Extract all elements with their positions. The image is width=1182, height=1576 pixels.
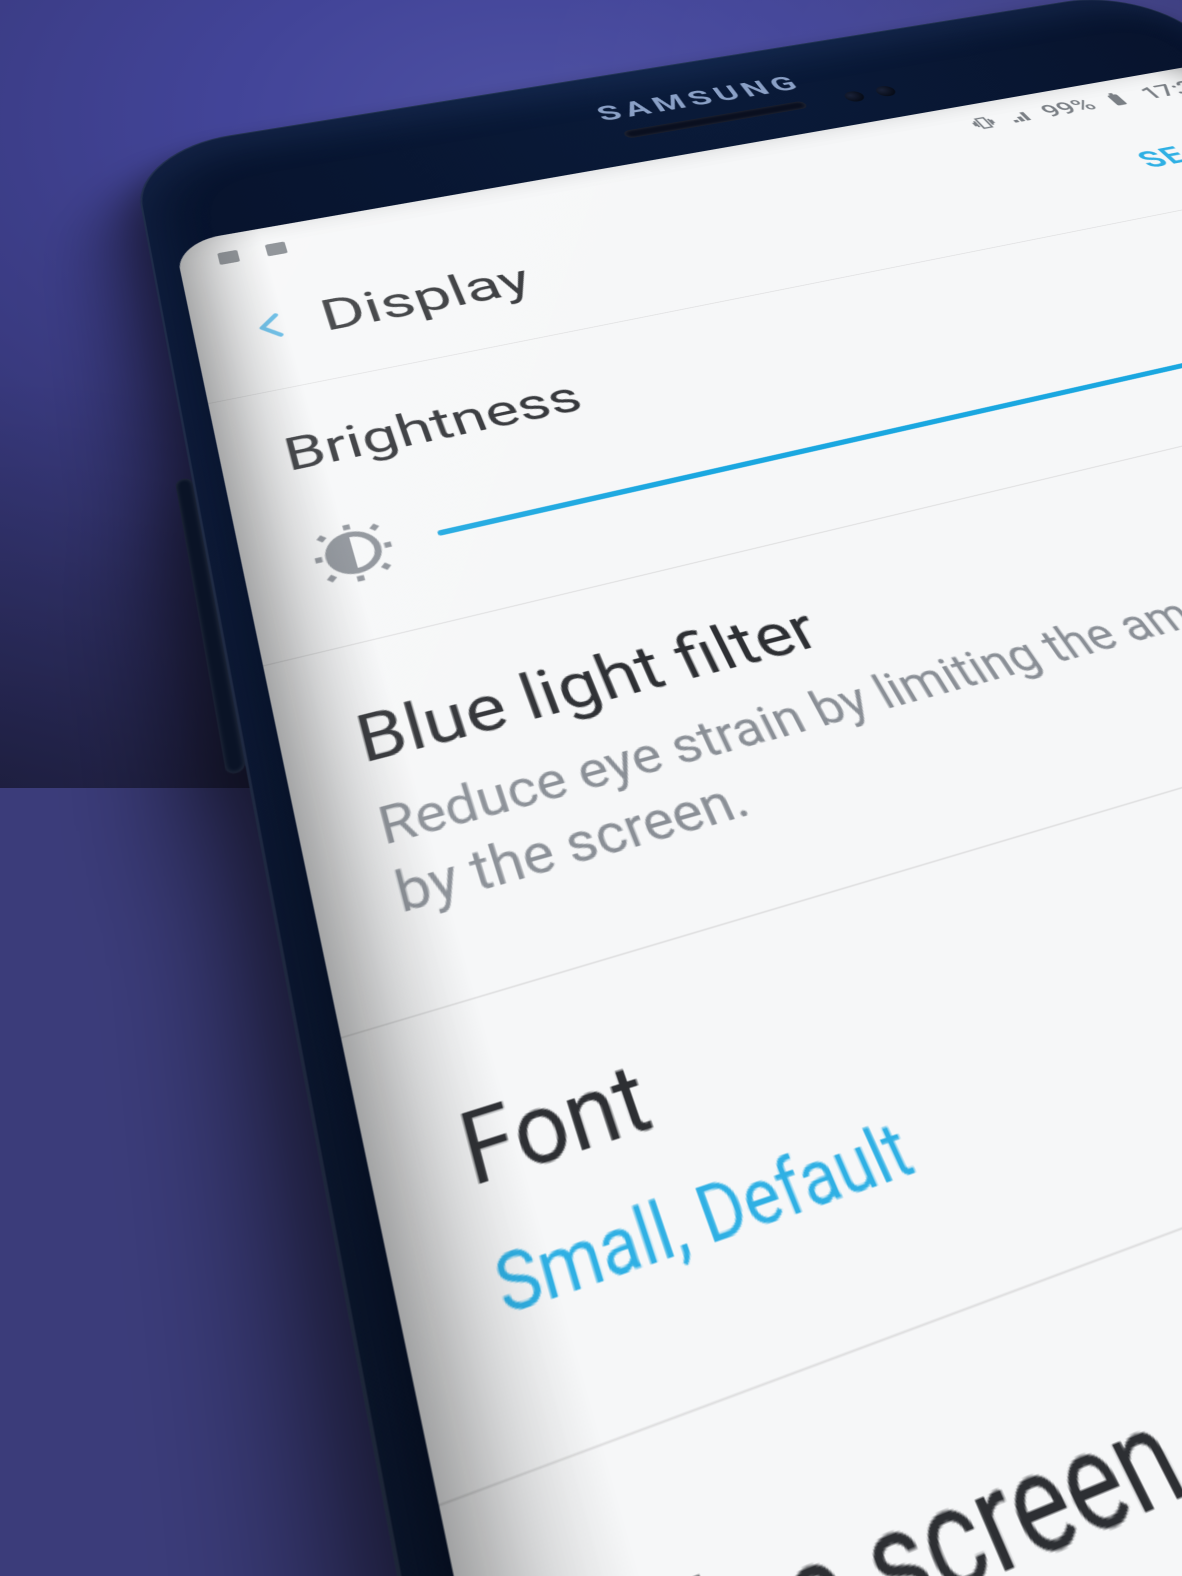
settings-list[interactable]: Brightness Auto [208,175,1182,1576]
brightness-icon [304,514,404,594]
notification-icon [212,246,246,269]
search-action[interactable]: SEARCH [1129,125,1182,174]
battery-percent: 99% [1035,95,1103,122]
back-button[interactable] [223,293,321,361]
page-title: Display [314,255,540,341]
signal-icon [1001,108,1038,126]
phone-screen: 99% 17:25 Display SEARCH Bri [175,62,1182,1576]
chevron-left-icon [240,304,304,348]
status-clock: 17:25 [1134,75,1182,104]
notification-icon-2 [259,238,294,260]
vibrate-icon [965,114,1002,132]
perspective-stage: SAMSUNG [0,0,1182,788]
phone-device: SAMSUNG [130,0,1182,1576]
battery-icon [1098,91,1136,108]
status-left [212,238,294,269]
